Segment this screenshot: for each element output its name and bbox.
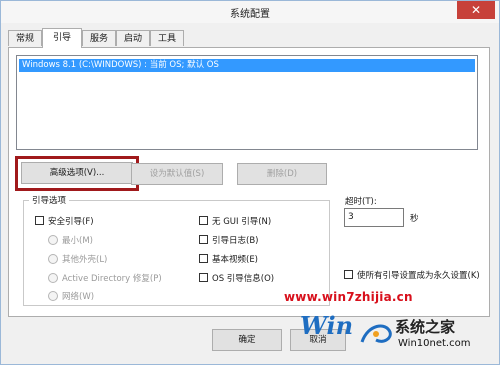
ok-button[interactable]: 确定 bbox=[212, 329, 282, 351]
safe-boot-checkbox[interactable] bbox=[35, 216, 44, 225]
make-permanent-label: 使所有引导设置成为永久设置(K) bbox=[357, 271, 480, 281]
make-permanent-option[interactable]: 使所有引导设置成为永久设置(K) bbox=[344, 270, 496, 282]
no-gui-boot-checkbox[interactable] bbox=[199, 216, 208, 225]
timeout-label: 超时(T): bbox=[345, 197, 377, 207]
os-boot-info-label: OS 引导信息(O) bbox=[212, 274, 275, 284]
network-label: 网络(W) bbox=[62, 292, 95, 302]
tab-boot[interactable]: 引导 bbox=[42, 28, 82, 48]
base-video-option[interactable]: 基本视频(E) bbox=[199, 254, 258, 266]
no-gui-boot-label: 无 GUI 引导(N) bbox=[212, 217, 272, 227]
window-title: 系统配置 bbox=[230, 9, 270, 20]
alternate-shell-option[interactable]: 其他外壳(L) bbox=[48, 254, 107, 266]
active-directory-option[interactable]: Active Directory 修复(P) bbox=[48, 273, 162, 285]
os-list-item[interactable]: Windows 8.1 (C:\WINDOWS) : 当前 OS; 默认 OS bbox=[19, 59, 475, 72]
watermark-site-name: 系统之家 bbox=[395, 318, 456, 336]
boot-log-checkbox[interactable] bbox=[199, 235, 208, 244]
minimal-option[interactable]: 最小(M) bbox=[48, 235, 93, 247]
watermark-url: www.win7zhijia.cn bbox=[284, 290, 413, 304]
base-video-checkbox[interactable] bbox=[199, 254, 208, 263]
watermark-logo: Win bbox=[300, 309, 354, 340]
make-permanent-checkbox[interactable] bbox=[344, 270, 353, 279]
active-directory-radio[interactable] bbox=[48, 273, 58, 283]
set-default-button[interactable]: 设为默认值(S) bbox=[131, 163, 223, 185]
os-boot-info-checkbox[interactable] bbox=[199, 273, 208, 282]
alternate-shell-radio[interactable] bbox=[48, 254, 58, 264]
timeout-unit: 秒 bbox=[410, 214, 419, 224]
watermark-swirl-icon bbox=[360, 324, 392, 343]
watermark-site-url: Win10net.com bbox=[398, 338, 471, 349]
boot-log-option[interactable]: 引导日志(B) bbox=[199, 235, 258, 247]
delete-button[interactable]: 删除(D) bbox=[237, 163, 327, 185]
close-button[interactable]: ✕ bbox=[457, 1, 495, 19]
boot-log-label: 引导日志(B) bbox=[212, 236, 259, 246]
safe-boot-option[interactable]: 安全引导(F) bbox=[35, 216, 94, 228]
tab-startup[interactable]: 启动 bbox=[116, 30, 150, 46]
base-video-label: 基本视频(E) bbox=[212, 255, 259, 265]
network-option[interactable]: 网络(W) bbox=[48, 291, 94, 303]
alternate-shell-label: 其他外壳(L) bbox=[62, 255, 108, 265]
boot-options-title: 引导选项 bbox=[29, 194, 70, 206]
active-directory-label: Active Directory 修复(P) bbox=[62, 274, 162, 284]
minimal-label: 最小(M) bbox=[62, 236, 93, 246]
os-boot-info-option[interactable]: OS 引导信息(O) bbox=[199, 273, 274, 285]
highlight-box bbox=[15, 156, 139, 191]
timeout-input[interactable]: 3 bbox=[344, 208, 404, 227]
os-list[interactable]: Windows 8.1 (C:\WINDOWS) : 当前 OS; 默认 OS bbox=[16, 55, 478, 150]
minimal-radio[interactable] bbox=[48, 235, 58, 245]
watermark-logo-text: Win bbox=[300, 311, 354, 340]
tab-services[interactable]: 服务 bbox=[82, 30, 116, 46]
tab-tools[interactable]: 工具 bbox=[150, 30, 184, 46]
network-radio[interactable] bbox=[48, 291, 58, 301]
safe-boot-label: 安全引导(F) bbox=[48, 217, 94, 227]
title-bar: 系统配置 ✕ bbox=[1, 1, 499, 23]
no-gui-boot-option[interactable]: 无 GUI 引导(N) bbox=[199, 216, 271, 228]
tab-general[interactable]: 常规 bbox=[8, 30, 42, 46]
